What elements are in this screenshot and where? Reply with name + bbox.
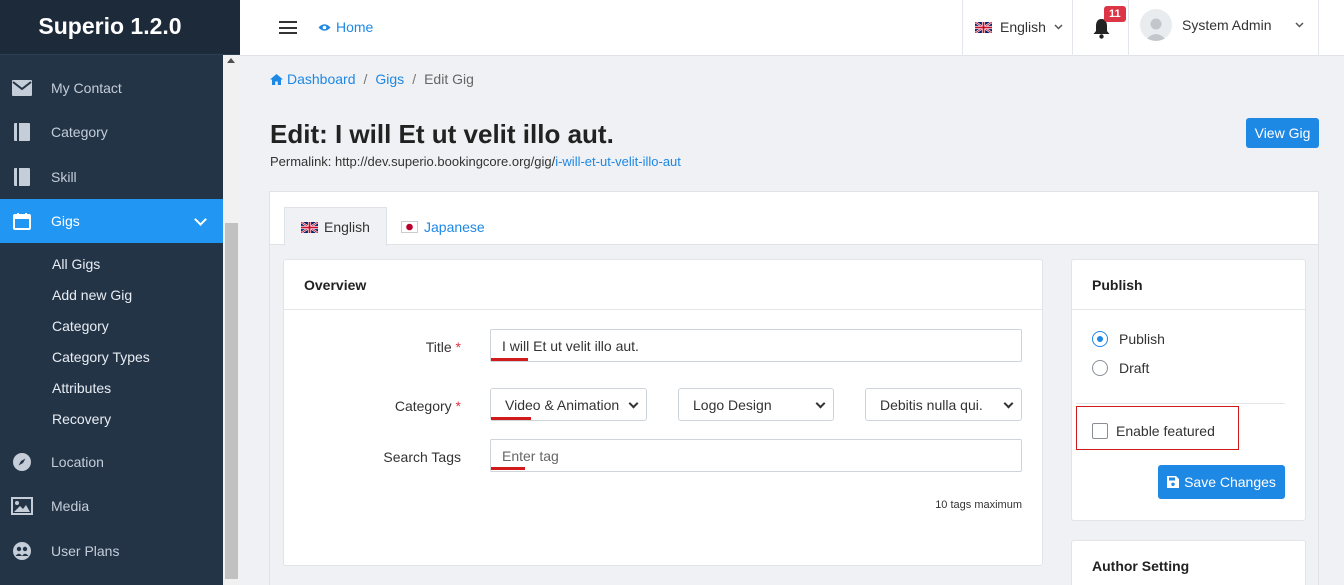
author-setting-card: Author Setting	[1071, 540, 1306, 585]
language-dropdown[interactable]: English	[975, 19, 1063, 35]
sidebar-subitem-recovery[interactable]: Recovery	[52, 411, 111, 427]
search-tags-label: Search Tags	[383, 449, 461, 465]
sidebar-item-location[interactable]: Location	[0, 440, 223, 484]
divider	[1076, 403, 1285, 404]
breadcrumb-separator: /	[412, 71, 417, 87]
publish-header: Publish	[1072, 260, 1305, 310]
sidebar-item-label: User Plans	[51, 543, 120, 559]
radio-icon	[1092, 360, 1108, 376]
scroll-thumb[interactable]	[225, 223, 238, 579]
breadcrumb-current: Edit Gig	[424, 71, 474, 87]
tab-japanese[interactable]: Japanese	[385, 207, 501, 246]
uk-flag-icon	[301, 221, 318, 233]
title-label: Title *	[425, 339, 461, 355]
tab-english-label: English	[324, 219, 370, 235]
tab-japanese-label: Japanese	[424, 218, 485, 235]
uk-flag-icon	[975, 21, 992, 33]
eye-icon	[318, 23, 331, 31]
tags-hint: 10 tags maximum	[935, 499, 1022, 511]
sidebar-subitem-add-new-gig[interactable]: Add new Gig	[52, 287, 132, 303]
book-icon	[0, 123, 51, 141]
sidebar-scrollbar[interactable]	[223, 55, 240, 585]
sidebar-subitem-all-gigs[interactable]: All Gigs	[52, 256, 100, 272]
compass-icon	[0, 453, 51, 471]
home-link-label: Home	[336, 19, 374, 35]
radio-selected-icon	[1092, 331, 1108, 347]
enable-featured-checkbox[interactable]: Enable featured	[1092, 423, 1215, 439]
breadcrumb-dashboard[interactable]: Dashboard	[270, 71, 356, 87]
highlight-underline	[491, 467, 525, 470]
sidebar-item-label: Media	[51, 498, 90, 514]
tabs-bar: English Japanese	[270, 192, 1318, 246]
japan-flag-icon	[401, 220, 418, 233]
sidebar-item-media[interactable]: Media	[0, 484, 223, 528]
brand-logo[interactable]: Superio 1.2.0	[0, 0, 240, 55]
author-setting-header: Author Setting	[1072, 541, 1305, 585]
image-icon	[0, 497, 51, 515]
calendar-icon	[0, 212, 51, 230]
sidebar-item-label: Gigs	[51, 213, 80, 229]
title-input[interactable]: I will Et ut velit illo aut.	[490, 329, 1022, 362]
sidebar-item-user-plans[interactable]: User Plans	[0, 529, 223, 573]
view-gig-button[interactable]: View Gig	[1246, 118, 1319, 148]
page-title: Edit: I will Et ut velit illo aut.	[270, 119, 614, 149]
category-select-3[interactable]: Debitis nulla qui.	[865, 388, 1022, 421]
sidebar: Superio 1.2.0 My Contact Category Skill …	[0, 0, 240, 585]
book-icon	[0, 168, 51, 186]
tab-english[interactable]: English	[284, 207, 387, 246]
avatar	[1140, 9, 1172, 41]
sidebar-item-my-contact[interactable]: My Contact	[0, 66, 223, 110]
breadcrumb-separator: /	[363, 71, 368, 87]
sidebar-subitem-category[interactable]: Category	[52, 318, 109, 334]
sidebar-subitem-category-types[interactable]: Category Types	[52, 349, 150, 365]
topbar: Home English 11 System Admin	[240, 0, 1344, 56]
users-icon	[0, 542, 51, 560]
chevron-down-icon	[815, 398, 826, 409]
scroll-up-icon[interactable]	[227, 58, 235, 63]
draft-radio[interactable]: Draft	[1092, 360, 1149, 376]
chevron-down-icon	[1054, 24, 1063, 30]
sidebar-item-category[interactable]: Category	[0, 110, 223, 154]
category-label: Category *	[394, 398, 461, 414]
user-name: System Admin	[1182, 17, 1272, 33]
save-icon	[1167, 476, 1180, 488]
category-select-2[interactable]: Logo Design	[678, 388, 834, 421]
sidebar-item-label: Location	[51, 454, 104, 470]
breadcrumb-gigs[interactable]: Gigs	[375, 71, 404, 87]
user-menu[interactable]: System Admin	[1140, 9, 1305, 41]
menu-toggle-icon[interactable]	[279, 21, 297, 34]
chevron-down-icon	[1003, 398, 1014, 409]
chevron-down-icon	[1295, 22, 1305, 28]
permalink: Permalink: http://dev.superio.bookingcor…	[270, 154, 681, 169]
breadcrumb: Dashboard / Gigs / Edit Gig	[270, 71, 474, 87]
checkbox-icon	[1092, 423, 1108, 439]
breadcrumb-dashboard-label: Dashboard	[287, 71, 356, 87]
sidebar-item-label: Skill	[51, 169, 77, 185]
sidebar-item-label: My Contact	[51, 80, 122, 96]
highlight-underline	[491, 358, 528, 361]
sidebar-item-gigs[interactable]: Gigs	[0, 199, 223, 243]
sidebar-item-skill[interactable]: Skill	[0, 155, 223, 199]
permalink-prefix: Permalink: http://dev.superio.bookingcor…	[270, 154, 556, 169]
overview-header: Overview	[284, 260, 1042, 310]
envelope-icon	[0, 80, 51, 96]
save-changes-button[interactable]: Save Changes	[1158, 465, 1285, 499]
publish-radio[interactable]: Publish	[1092, 331, 1165, 347]
highlight-underline	[491, 417, 531, 420]
chevron-down-icon	[194, 213, 207, 226]
chevron-down-icon	[628, 398, 639, 409]
home-link[interactable]: Home	[318, 19, 373, 35]
search-tags-input[interactable]: Enter tag	[490, 439, 1022, 472]
language-label: English	[1000, 19, 1046, 35]
permalink-slug-link[interactable]: i-will-et-ut-velit-illo-aut	[555, 154, 681, 169]
home-icon	[270, 73, 283, 85]
notification-badge: 11	[1104, 6, 1126, 22]
save-changes-label: Save Changes	[1184, 474, 1276, 490]
sidebar-item-label: Category	[51, 124, 108, 140]
sidebar-subitem-attributes[interactable]: Attributes	[52, 380, 111, 396]
